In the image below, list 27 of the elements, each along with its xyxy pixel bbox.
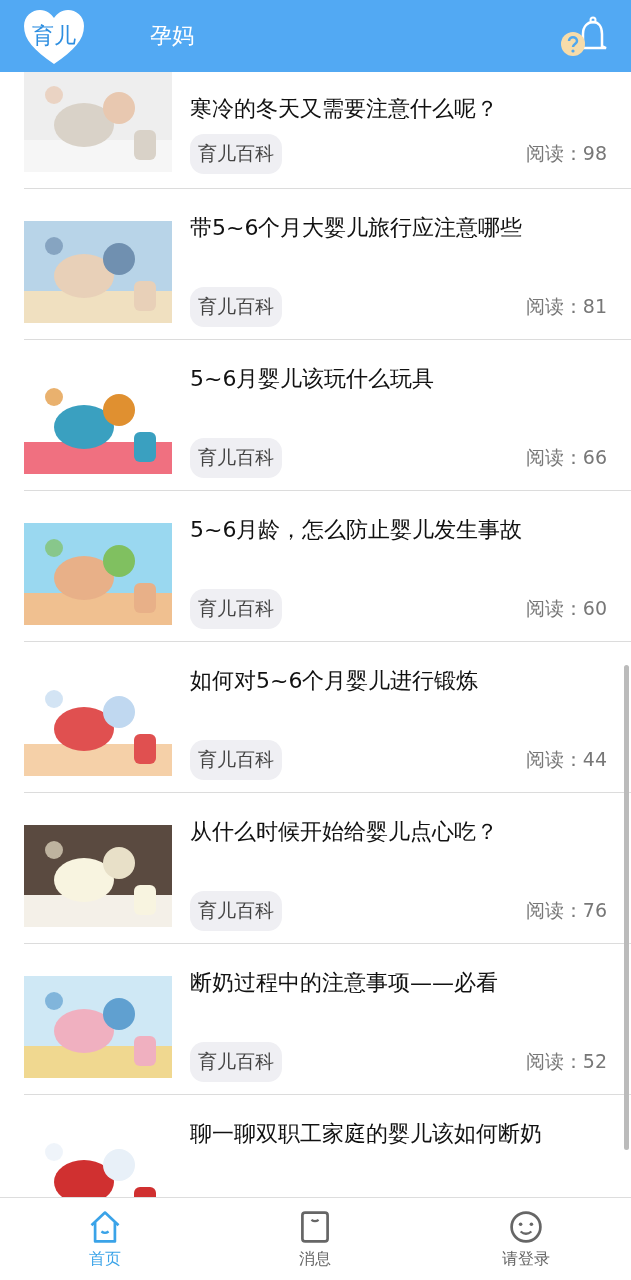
category-tag: 育儿百科	[190, 134, 282, 174]
article-title[interactable]: 从什么时候开始给婴儿点心吃？	[190, 815, 607, 883]
article-title[interactable]: 寒冷的冬天又需要注意什么呢？	[190, 92, 607, 126]
category-tag: 育儿百科	[190, 891, 282, 931]
smiley-icon	[507, 1208, 544, 1245]
category-tag: 育儿百科	[190, 287, 282, 327]
tab[interactable]: 育儿	[24, 8, 84, 64]
article-title[interactable]: 如何对5~6个月婴儿进行锻炼	[190, 664, 607, 732]
scrollbar[interactable]	[624, 665, 629, 1150]
nav-tab[interactable]: 消息	[210, 1198, 421, 1280]
read-count: 阅读：98	[525, 141, 607, 166]
category-tag: 育儿百科	[190, 1042, 282, 1082]
article-title[interactable]: 5~6月婴儿该玩什么玩具	[190, 362, 607, 430]
article-title[interactable]: 带5~6个月大婴儿旅行应注意哪些	[190, 211, 607, 279]
read-count: 阅读：52	[525, 1049, 607, 1074]
article-title[interactable]: 5~6月龄，怎么防止婴儿发生事故	[190, 513, 607, 581]
nav-tab[interactable]: 请登录	[420, 1198, 631, 1280]
read-count: 阅读：66	[525, 445, 607, 470]
article-title[interactable]: 断奶过程中的注意事项——必看	[190, 966, 607, 1034]
read-count: 阅读：81	[525, 294, 607, 319]
category-tag: 育儿百科	[190, 740, 282, 780]
read-count: 阅读：76	[525, 898, 607, 923]
read-count: 阅读：44	[525, 747, 607, 772]
read-count: 阅读：60	[525, 596, 607, 621]
category-tag: 育儿百科	[190, 438, 282, 478]
category-tag: 育儿百科	[190, 589, 282, 629]
article-title[interactable]: 聊一聊双职工家庭的婴儿该如何断奶	[190, 1117, 607, 1185]
